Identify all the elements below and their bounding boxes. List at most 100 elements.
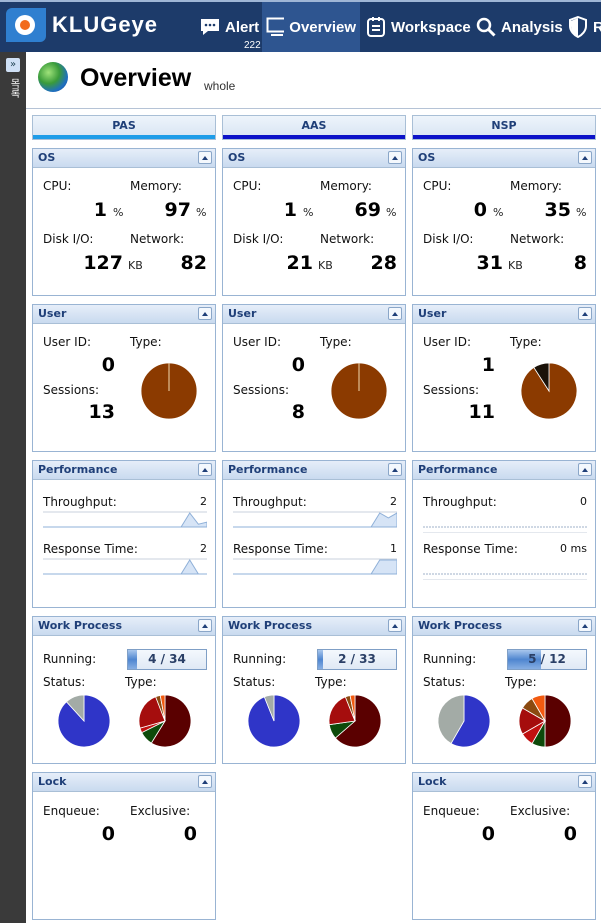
cpu-value: 0	[473, 199, 487, 221]
type-label: Type:	[510, 335, 542, 349]
collapse-button[interactable]	[578, 307, 592, 320]
work-process-panel-header: Work Process	[33, 617, 215, 636]
column-accent-bar	[413, 135, 595, 139]
column-header-aas[interactable]: AAS	[222, 115, 406, 140]
lock-panel-header: Lock	[413, 773, 595, 792]
user-panel-header: User	[33, 305, 215, 324]
throughput-sparkline-line	[43, 512, 207, 528]
search-icon	[476, 17, 496, 37]
lock-panel: Lock Enqueue: Exclusive: 0 0	[32, 772, 216, 920]
status-label: Status:	[233, 675, 276, 689]
network-value: 8	[573, 252, 587, 274]
performance-panel-header: Performance	[33, 461, 215, 480]
os-panel-title: OS	[418, 151, 436, 164]
response-time-label: Response Time:	[43, 542, 138, 556]
cpu-label: CPU:	[43, 179, 72, 193]
column-header-nsp[interactable]: NSP	[412, 115, 596, 140]
nav-overview[interactable]: Overview	[262, 2, 360, 52]
network-label: Network:	[130, 232, 185, 246]
user-type-pie	[330, 362, 388, 420]
user-panel: User User ID: Type: 0 Sessions: 13	[32, 304, 216, 452]
work-process-panel-title: Work Process	[418, 619, 502, 632]
collapse-button[interactable]	[578, 463, 592, 476]
divider	[26, 108, 601, 109]
performance-panel-header: Performance	[223, 461, 405, 480]
memory-unit: %	[196, 206, 207, 219]
throughput-sparkline	[43, 511, 207, 528]
exclusive-value: 0	[563, 823, 577, 845]
user-id-value: 0	[291, 354, 305, 376]
nav-overview-label: Overview	[289, 18, 356, 36]
column-accent-bar	[33, 135, 215, 139]
user-panel-header: User	[223, 305, 405, 324]
disk-label: Disk I/O:	[43, 232, 94, 246]
running-progress-bar: 4 / 34	[127, 649, 207, 670]
exclusive-label: Exclusive:	[510, 804, 571, 818]
throughput-value: 2	[390, 495, 397, 508]
network-label: Network:	[320, 232, 375, 246]
os-panel: OS CPU: Memory: 0% 35% Disk I/O: Network: 31 KB 8	[412, 148, 596, 296]
response-time-sparkline	[43, 558, 207, 575]
cpu-label: CPU:	[423, 179, 452, 193]
collapse-button[interactable]	[578, 619, 592, 632]
user-panel: User User ID: Type: 1 Sessions: 11	[412, 304, 596, 452]
work-process-panel: Work Process Running: 2 / 33 Status: Type:	[222, 616, 406, 764]
network-label: Network:	[510, 232, 565, 246]
collapse-button[interactable]	[198, 775, 212, 788]
cpu-value: 1	[283, 199, 297, 221]
type-pie	[138, 694, 192, 748]
column-header-pas[interactable]: PAS	[32, 115, 216, 140]
nav-analysis[interactable]: Analysis	[472, 2, 567, 52]
sessions-value: 8	[291, 401, 305, 423]
brand-name: KLUGeye	[52, 12, 159, 37]
klugeye-logo[interactable]	[6, 8, 46, 42]
cpu-unit: %	[113, 206, 124, 219]
disk-value: 21	[286, 252, 313, 274]
throughput-sparkline	[233, 511, 397, 528]
user-id-label: User ID:	[423, 335, 471, 349]
user-id-label: User ID:	[233, 335, 281, 349]
collapse-button[interactable]	[198, 619, 212, 632]
response-time-value: 0 ms	[560, 542, 587, 555]
status-pie	[247, 694, 301, 748]
disk-label: Disk I/O:	[423, 232, 474, 246]
user-type-pie	[140, 362, 198, 420]
type-label: Type:	[125, 675, 157, 689]
collapse-button[interactable]	[578, 775, 592, 788]
memory-unit: %	[576, 206, 587, 219]
collapse-button[interactable]	[198, 151, 212, 164]
nav-alert-label: Alert	[225, 18, 260, 36]
expand-sidebar-button[interactable]: »	[6, 58, 20, 72]
disk-unit: KB	[128, 259, 143, 272]
type-label: Type:	[505, 675, 537, 689]
sidebar-label[interactable]: 목록	[6, 78, 21, 98]
cpu-unit: %	[303, 206, 314, 219]
type-label: Type:	[320, 335, 352, 349]
collapse-button[interactable]	[388, 463, 402, 476]
enqueue-value: 0	[481, 823, 495, 845]
user-id-value: 0	[101, 354, 115, 376]
disk-unit: KB	[508, 259, 523, 272]
memory-unit: %	[386, 206, 397, 219]
collapse-button[interactable]	[198, 307, 212, 320]
collapse-button[interactable]	[388, 151, 402, 164]
sessions-value: 11	[468, 401, 495, 423]
collapse-button[interactable]	[578, 151, 592, 164]
collapse-button[interactable]	[388, 619, 402, 632]
os-panel: OS CPU: Memory: 1% 97% Disk I/O: Network: 127 KB…	[32, 148, 216, 296]
memory-label: Memory:	[510, 179, 562, 193]
nav-workspace[interactable]: Workspace	[362, 2, 475, 52]
nav-r-label: R	[593, 18, 601, 36]
lock-panel-header: Lock	[33, 773, 215, 792]
response-time-label: Response Time:	[233, 542, 328, 556]
performance-panel-title: Performance	[418, 463, 498, 476]
network-value: 82	[180, 252, 207, 274]
memory-label: Memory:	[320, 179, 372, 193]
performance-panel: Performance Throughput: 2 Response Time: 2	[32, 460, 216, 608]
shield-icon	[569, 16, 587, 38]
collapse-button[interactable]	[388, 307, 402, 320]
collapse-button[interactable]	[198, 463, 212, 476]
nav-r[interactable]: R	[564, 2, 601, 52]
throughput-label: Throughput:	[43, 495, 117, 509]
performance-panel-title: Performance	[228, 463, 308, 476]
